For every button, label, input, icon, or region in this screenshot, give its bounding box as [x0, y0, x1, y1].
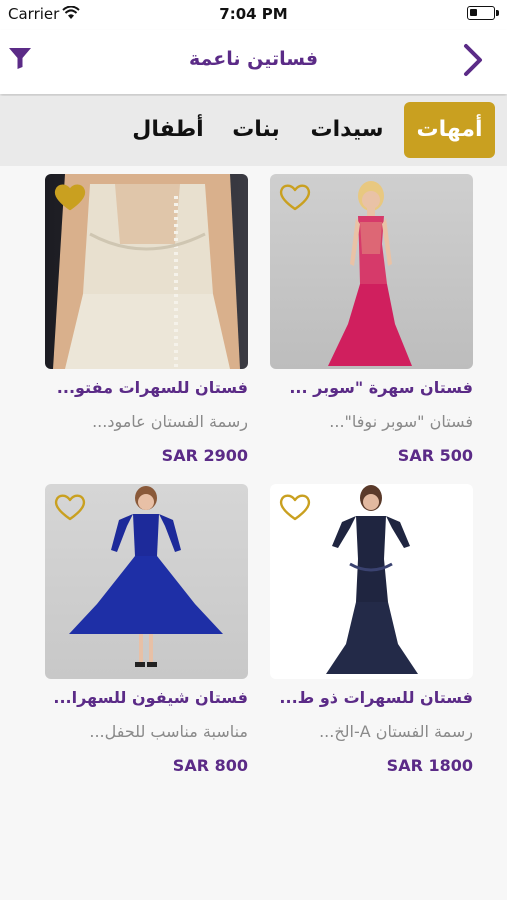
tab-women[interactable]: سيدات	[302, 102, 392, 158]
product-card[interactable]: فستان شيفون للسهرا... مناسبة مناسب للحفل…	[45, 484, 248, 775]
nav-bar: فساتين ناعمة	[0, 30, 507, 94]
product-image[interactable]	[45, 484, 248, 679]
product-title: فستان للسهرات مفتو...	[56, 378, 248, 397]
product-card[interactable]: فستان للسهرات ذو ط... رسمة الفستان A-الخ…	[270, 484, 473, 775]
battery-icon	[467, 6, 499, 20]
product-title: فستان للسهرات ذو ط...	[279, 688, 473, 707]
product-card[interactable]: فستان سهرة "سوبر ... فستان "سوبر نوفا"..…	[270, 174, 473, 465]
heart-icon[interactable]	[53, 182, 87, 212]
chevron-right-icon[interactable]	[461, 42, 485, 78]
status-time: 7:04 PM	[219, 5, 288, 23]
product-grid: فستان سهرة "سوبر ... فستان "سوبر نوفا"..…	[0, 166, 507, 900]
tab-kids[interactable]: أطفال	[126, 102, 210, 158]
category-tabs: أمهات سيدات بنات أطفال	[0, 96, 507, 166]
product-description: فستان "سوبر نوفا"...	[329, 412, 473, 431]
product-image[interactable]	[270, 484, 473, 679]
product-price: SAR 1800	[386, 756, 473, 775]
heart-icon[interactable]	[278, 182, 312, 212]
heart-icon[interactable]	[278, 492, 312, 522]
product-card[interactable]: فستان للسهرات مفتو... رسمة الفستان عامود…	[45, 174, 248, 465]
product-image[interactable]	[45, 174, 248, 369]
product-price: SAR 500	[397, 446, 473, 465]
product-description: رسمة الفستان A-الخ...	[319, 722, 473, 741]
tab-girls[interactable]: بنات	[222, 102, 290, 158]
tab-mothers[interactable]: أمهات	[404, 102, 495, 158]
product-title: فستان شيفون للسهرا...	[53, 688, 248, 707]
product-price: SAR 2900	[161, 446, 248, 465]
page-title: فساتين ناعمة	[188, 48, 319, 70]
product-description: رسمة الفستان عامود...	[92, 412, 248, 431]
product-title: فستان سهرة "سوبر ...	[289, 378, 473, 397]
status-bar: Carrier 7:04 PM	[0, 0, 507, 30]
product-image[interactable]	[270, 174, 473, 369]
product-description: مناسبة مناسب للحفل...	[89, 722, 248, 741]
heart-icon[interactable]	[53, 492, 87, 522]
product-price: SAR 800	[172, 756, 248, 775]
